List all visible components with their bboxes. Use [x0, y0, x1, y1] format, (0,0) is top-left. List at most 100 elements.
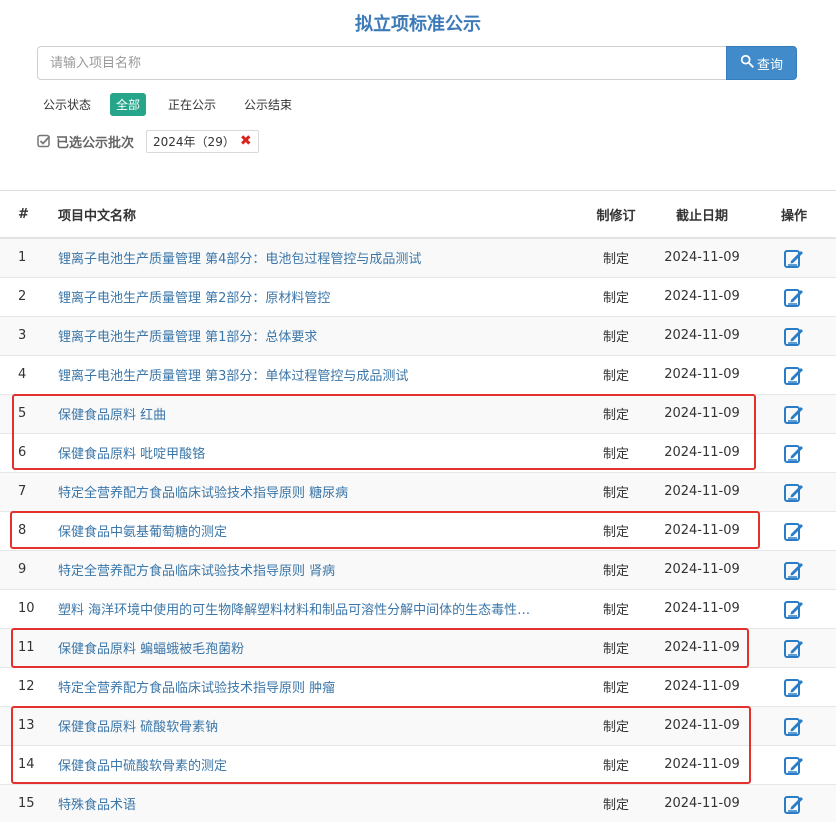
row-deadline: 2024-11-09 — [652, 549, 752, 589]
search-button-label: 查询 — [756, 57, 783, 73]
row-num: 15 — [0, 783, 50, 822]
status-label: 公示状态 — [43, 97, 92, 112]
project-name-link[interactable]: 保健食品原料 红曲 — [58, 404, 570, 423]
row-num: 3 — [0, 315, 50, 355]
table-row: 12 特定全营养配方食品临床试验技术指导原则 肿瘤 制定 2024-11-09 — [0, 666, 836, 706]
project-name-link[interactable]: 特殊食品术语 — [58, 794, 570, 813]
row-num: 14 — [0, 744, 50, 784]
row-deadline: 2024-11-09 — [652, 510, 752, 550]
row-num: 7 — [0, 471, 50, 511]
project-name-link[interactable]: 锂离子电池生产质量管理 第1部分：总体要求 — [58, 326, 570, 345]
header-num: # — [0, 191, 50, 239]
project-name-link[interactable]: 锂离子电池生产质量管理 第4部分：电池包过程管控与成品测试 — [58, 248, 570, 267]
edit-icon[interactable] — [783, 286, 805, 308]
row-deadline: 2024-11-09 — [652, 744, 752, 784]
row-deadline: 2024-11-09 — [652, 666, 752, 706]
row-deadline: 2024-11-09 — [652, 783, 752, 822]
table-row: 1 锂离子电池生产质量管理 第4部分：电池包过程管控与成品测试 制定 2024-11-… — [0, 237, 836, 277]
row-type: 制定 — [580, 783, 652, 822]
table-row: 15 特殊食品术语 制定 2024-11-09 — [0, 783, 836, 822]
row-deadline: 2024-11-09 — [652, 432, 752, 472]
check-square-icon — [37, 134, 51, 148]
edit-icon[interactable] — [783, 442, 805, 464]
project-name-link[interactable]: 锂离子电池生产质量管理 第3部分：单体过程管控与成品测试 — [58, 365, 570, 384]
table-row: 4 锂离子电池生产质量管理 第3部分：单体过程管控与成品测试 制定 2024-11-0… — [0, 354, 836, 394]
edit-icon[interactable] — [783, 676, 805, 698]
row-deadline: 2024-11-09 — [652, 705, 752, 745]
project-name-link[interactable]: 保健食品中硫酸软骨素的测定 — [58, 755, 570, 774]
project-name-link[interactable]: 保健食品中氨基葡萄糖的测定 — [58, 521, 570, 540]
table-row: 13 保健食品原料 硫酸软骨素钠 制定 2024-11-09 — [0, 705, 836, 745]
header-type: 制修订 — [580, 191, 652, 239]
row-type: 制定 — [580, 510, 652, 550]
row-num: 2 — [0, 276, 50, 316]
row-deadline: 2024-11-09 — [652, 393, 752, 433]
project-name-link[interactable]: 保健食品原料 蝙蝠蛾被毛孢菌粉 — [58, 638, 570, 657]
row-num: 11 — [0, 627, 50, 667]
row-type: 制定 — [580, 666, 652, 706]
table-row: 6 保健食品原料 吡啶甲酸铬 制定 2024-11-09 — [0, 432, 836, 472]
row-type: 制定 — [580, 315, 652, 355]
table-row: 3 锂离子电池生产质量管理 第1部分：总体要求 制定 2024-11-09 — [0, 315, 836, 355]
edit-icon[interactable] — [783, 364, 805, 386]
project-name-link[interactable]: 塑料 海洋环境中使用的可生物降解塑料材料和制品可溶性分解中间体的生态毒性… — [58, 599, 570, 618]
edit-icon[interactable] — [783, 715, 805, 737]
status-option-all[interactable]: 全部 — [110, 92, 147, 116]
row-type: 制定 — [580, 471, 652, 511]
project-name-link[interactable]: 保健食品原料 硫酸软骨素钠 — [58, 716, 570, 735]
table-row: 7 特定全营养配方食品临床试验技术指导原则 糖尿病 制定 2024-11-09 — [0, 471, 836, 511]
status-option-ended[interactable]: 公示结束 — [238, 93, 298, 116]
project-name-link[interactable]: 特定全营养配方食品临床试验技术指导原则 肿瘤 — [58, 677, 570, 696]
header-date: 截止日期 — [652, 191, 752, 239]
project-name-link[interactable]: 特定全营养配方食品临床试验技术指导原则 糖尿病 — [58, 482, 570, 501]
row-type: 制定 — [580, 744, 652, 784]
row-num: 6 — [0, 432, 50, 472]
row-deadline: 2024-11-09 — [652, 471, 752, 511]
edit-icon[interactable] — [783, 637, 805, 659]
row-deadline: 2024-11-09 — [652, 315, 752, 355]
edit-icon[interactable] — [783, 598, 805, 620]
batch-tag-label: 2024年（29） — [153, 134, 235, 149]
row-num: 9 — [0, 549, 50, 589]
table-row: 10 塑料 海洋环境中使用的可生物降解塑料材料和制品可溶性分解中间体的生态毒性… 制… — [0, 588, 836, 628]
search-button[interactable]: 查询 — [726, 46, 797, 80]
row-deadline: 2024-11-09 — [652, 276, 752, 316]
edit-icon[interactable] — [783, 481, 805, 503]
project-name-link[interactable]: 特定全营养配方食品临床试验技术指导原则 肾病 — [58, 560, 570, 579]
row-type: 制定 — [580, 276, 652, 316]
table-row: 11 保健食品原料 蝙蝠蛾被毛孢菌粉 制定 2024-11-09 — [0, 627, 836, 667]
row-type: 制定 — [580, 237, 652, 277]
project-name-link[interactable]: 保健食品原料 吡啶甲酸铬 — [58, 443, 570, 462]
row-num: 10 — [0, 588, 50, 628]
row-num: 13 — [0, 705, 50, 745]
header-op: 操作 — [752, 191, 836, 239]
row-type: 制定 — [580, 432, 652, 472]
edit-icon[interactable] — [783, 325, 805, 347]
project-name-link[interactable]: 锂离子电池生产质量管理 第2部分：原材料管控 — [58, 287, 570, 306]
edit-icon[interactable] — [783, 247, 805, 269]
row-deadline: 2024-11-09 — [652, 354, 752, 394]
search-input[interactable] — [37, 46, 726, 80]
edit-icon[interactable] — [783, 520, 805, 542]
search-icon — [740, 54, 754, 72]
row-type: 制定 — [580, 354, 652, 394]
table-row: 9 特定全营养配方食品临床试验技术指导原则 肾病 制定 2024-11-09 — [0, 549, 836, 589]
search-bar: 查询 — [37, 46, 797, 80]
table-header: # 项目中文名称 制修订 截止日期 操作 — [0, 191, 836, 239]
row-num: 5 — [0, 393, 50, 433]
table-row: 8 保健食品中氨基葡萄糖的测定 制定 2024-11-09 — [0, 510, 836, 550]
status-filter: 公示状态 全部 正在公示 公示结束 — [43, 92, 314, 116]
row-num: 4 — [0, 354, 50, 394]
row-deadline: 2024-11-09 — [652, 237, 752, 277]
row-type: 制定 — [580, 393, 652, 433]
status-option-ongoing[interactable]: 正在公示 — [162, 93, 222, 116]
row-type: 制定 — [580, 588, 652, 628]
edit-icon[interactable] — [783, 403, 805, 425]
edit-icon[interactable] — [783, 559, 805, 581]
edit-icon[interactable] — [783, 754, 805, 776]
batch-label: 已选公示批次 — [56, 135, 135, 151]
edit-icon[interactable] — [783, 793, 805, 815]
close-icon[interactable]: ✖ — [240, 133, 252, 149]
row-type: 制定 — [580, 705, 652, 745]
batch-tag: 2024年（29） ✖ — [146, 129, 259, 153]
